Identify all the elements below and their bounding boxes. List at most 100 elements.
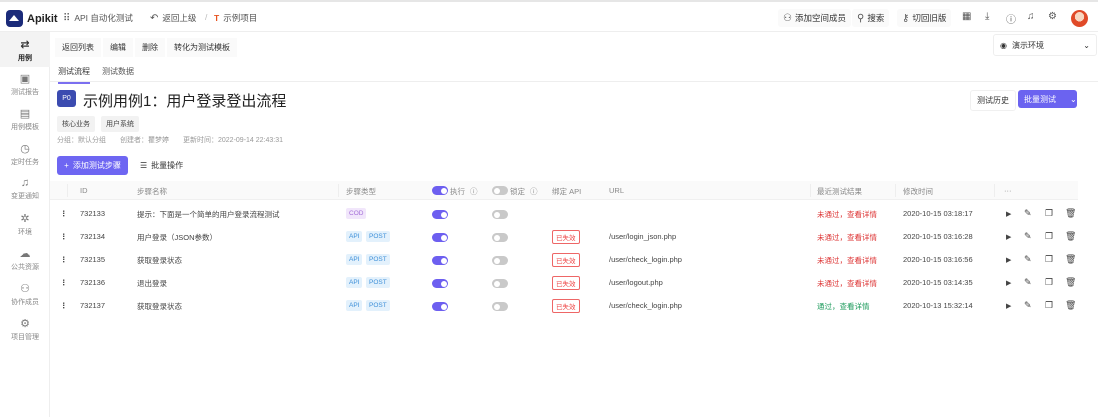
exec-toggle[interactable] [432,210,448,219]
play-icon[interactable]: ▶ [1006,279,1011,287]
edit-button[interactable]: 编辑 [103,38,133,57]
add-step-button[interactable]: + 添加测试步骤 [57,156,128,175]
sidebar-label: 用例 [18,55,32,62]
gear-icon[interactable]: ⚙ [1048,11,1057,22]
drag-handle-icon[interactable]: ⋮ [60,278,68,287]
table-row[interactable]: ⋮ 732135 获取登录状态 API POST 已失效/user/check_lo… [50,249,1078,272]
result-link[interactable]: 未通过，查看详情 [817,278,877,289]
lock-toggle[interactable] [492,210,508,219]
exec-toggle[interactable] [432,302,448,311]
delete-icon[interactable]: 🗑︎ [1065,254,1076,265]
invalid-badge: 已失效 [552,253,580,267]
chevron-down-icon[interactable]: ⌄ [1070,95,1077,104]
step-name[interactable]: 退出登录 [137,278,167,289]
to-template-button[interactable]: 转化为测试模板 [167,38,237,57]
sidebar-item-resources[interactable]: ☁ 公共资源 [0,247,50,272]
lock-toggle[interactable] [492,256,508,265]
delete-icon[interactable]: 🗑︎ [1065,208,1076,219]
play-icon[interactable]: ▶ [1006,210,1011,218]
edit-icon[interactable]: ✎ [1024,231,1032,242]
exec-all-toggle[interactable] [432,186,448,195]
step-name[interactable]: 用户登录（JSON参数） [137,232,217,243]
edit-icon[interactable]: ✎ [1024,300,1032,311]
lock-toggle[interactable] [492,233,508,242]
lock-toggle[interactable] [492,279,508,288]
sidebar-item-members[interactable]: ⚇ 协作成员 [0,282,50,307]
drag-handle-icon[interactable]: ⋮ [60,255,68,264]
result-link[interactable]: 通过，查看详情 [817,301,870,312]
back-up-link[interactable]: ↶ 返回上级 [150,12,196,24]
back-list-button[interactable]: 返回列表 [55,38,101,57]
search-icon: ⚲ [857,12,865,24]
drag-handle-icon[interactable]: ⋮ [60,209,68,218]
exec-toggle[interactable] [432,256,448,265]
step-id: 732137 [80,301,106,310]
table-row[interactable]: ⋮ 732137 获取登录状态 API POST 已失效/user/check_lo… [50,295,1078,318]
lock-all-toggle[interactable] [492,186,508,195]
breadcrumb-project[interactable]: T 示例项目 [214,12,257,24]
sidebar-item-cases[interactable]: ⇄ 用例 [0,32,50,67]
result-link[interactable]: 未通过，查看详情 [817,209,877,220]
step-name[interactable]: 获取登录状态 [137,255,182,266]
batch-test-button[interactable]: 批量测试 ⌄ [1018,90,1077,108]
header-bind-api: 绑定 API [552,187,582,196]
play-icon[interactable]: ▶ [1006,302,1011,310]
delete-icon[interactable]: 🗑︎ [1065,277,1076,288]
project-icon: T [214,13,220,23]
sidebar-item-templates[interactable]: ▤ 用例模板 [0,107,50,132]
add-member-button[interactable]: ⚇ 添加空间成员 [778,9,851,27]
result-link[interactable]: 未通过，查看详情 [817,232,877,243]
exec-toggle[interactable] [432,279,448,288]
module-switcher[interactable]: ⠿ API 自动化测试 [63,12,133,24]
environment-select[interactable]: ◉ 演示环境 ⌄ [993,34,1097,56]
edit-icon[interactable]: ✎ [1024,254,1032,265]
result-link[interactable]: 未通过，查看详情 [817,255,877,266]
copy-icon[interactable]: ❐ [1045,277,1053,288]
help-icon[interactable]: ⓘ [1006,11,1016,26]
delete-button[interactable]: 删除 [135,38,165,57]
download-icon[interactable]: ⤓ [985,11,989,22]
lock-toggle[interactable] [492,302,508,311]
apikit-logo-icon [6,10,23,27]
exec-toggle[interactable] [432,233,448,242]
step-name[interactable]: 提示：下面是一个简单的用户登录流程测试 [137,209,280,220]
bell-icon: ♫ [20,177,30,189]
sidebar-item-schedules[interactable]: ◷ 定时任务 [0,142,50,167]
delete-icon[interactable]: 🗑︎ [1065,300,1076,311]
copy-icon[interactable]: ❐ [1045,208,1053,219]
old-version-button[interactable]: ⚷ 切回旧版 [897,9,952,27]
edit-icon[interactable]: ✎ [1024,208,1032,219]
edit-icon[interactable]: ✎ [1024,277,1032,288]
avatar[interactable] [1071,10,1088,27]
test-history-button[interactable]: 测试历史 [970,90,1016,111]
top-bar: Apikit ⠿ API 自动化测试 ↶ 返回上级 / T 示例项目 ⚇ 添加空间成员 … [0,0,1098,32]
table-row[interactable]: ⋮ 732133 提示：下面是一个简单的用户登录流程测试 COD 未通过，查看详情… [50,203,1078,226]
project-label: 示例项目 [223,13,258,23]
delete-icon[interactable]: 🗑︎ [1065,231,1076,242]
logo[interactable]: Apikit [6,10,58,27]
modified-time: 2020-10-13 15:32:14 [903,301,973,310]
copy-icon[interactable]: ❐ [1045,254,1053,265]
drag-handle-icon[interactable]: ⋮ [60,232,68,241]
sidebar-item-environment[interactable]: ✲ 环境 [0,212,50,237]
copy-icon[interactable]: ❐ [1045,300,1053,311]
play-icon[interactable]: ▶ [1006,256,1011,264]
search-button[interactable]: ⚲ 搜索 [852,9,890,27]
copy-icon[interactable]: ❐ [1045,231,1053,242]
bulk-operations-button[interactable]: ☰ 批量操作 [134,156,189,175]
step-name[interactable]: 获取登录状态 [137,301,182,312]
sidebar-item-notifications[interactable]: ♫ 变更通知 [0,177,50,201]
eye-icon: ◉ [1000,40,1007,50]
sidebar-label: 变更通知 [11,193,39,200]
bell-icon[interactable]: ♫ [1027,11,1035,22]
creator-text: 创建者：瞿梦婷 [120,137,169,144]
play-icon[interactable]: ▶ [1006,233,1011,241]
table-row[interactable]: ⋮ 732134 用户登录（JSON参数） API POST 已失效/user/lo… [50,226,1078,249]
sidebar-item-project-settings[interactable]: ⚙ 项目管理 [0,317,50,342]
brand-name: Apikit [27,12,58,25]
calendar-icon[interactable]: ▦ [962,11,971,22]
drag-handle-icon[interactable]: ⋮ [60,301,68,310]
sidebar-item-reports[interactable]: ▣ 测试报告 [0,72,50,97]
table-row[interactable]: ⋮ 732136 退出登录 API POST 已失效/user/logout.php… [50,272,1078,295]
header-more[interactable]: ··· [1004,186,1012,195]
